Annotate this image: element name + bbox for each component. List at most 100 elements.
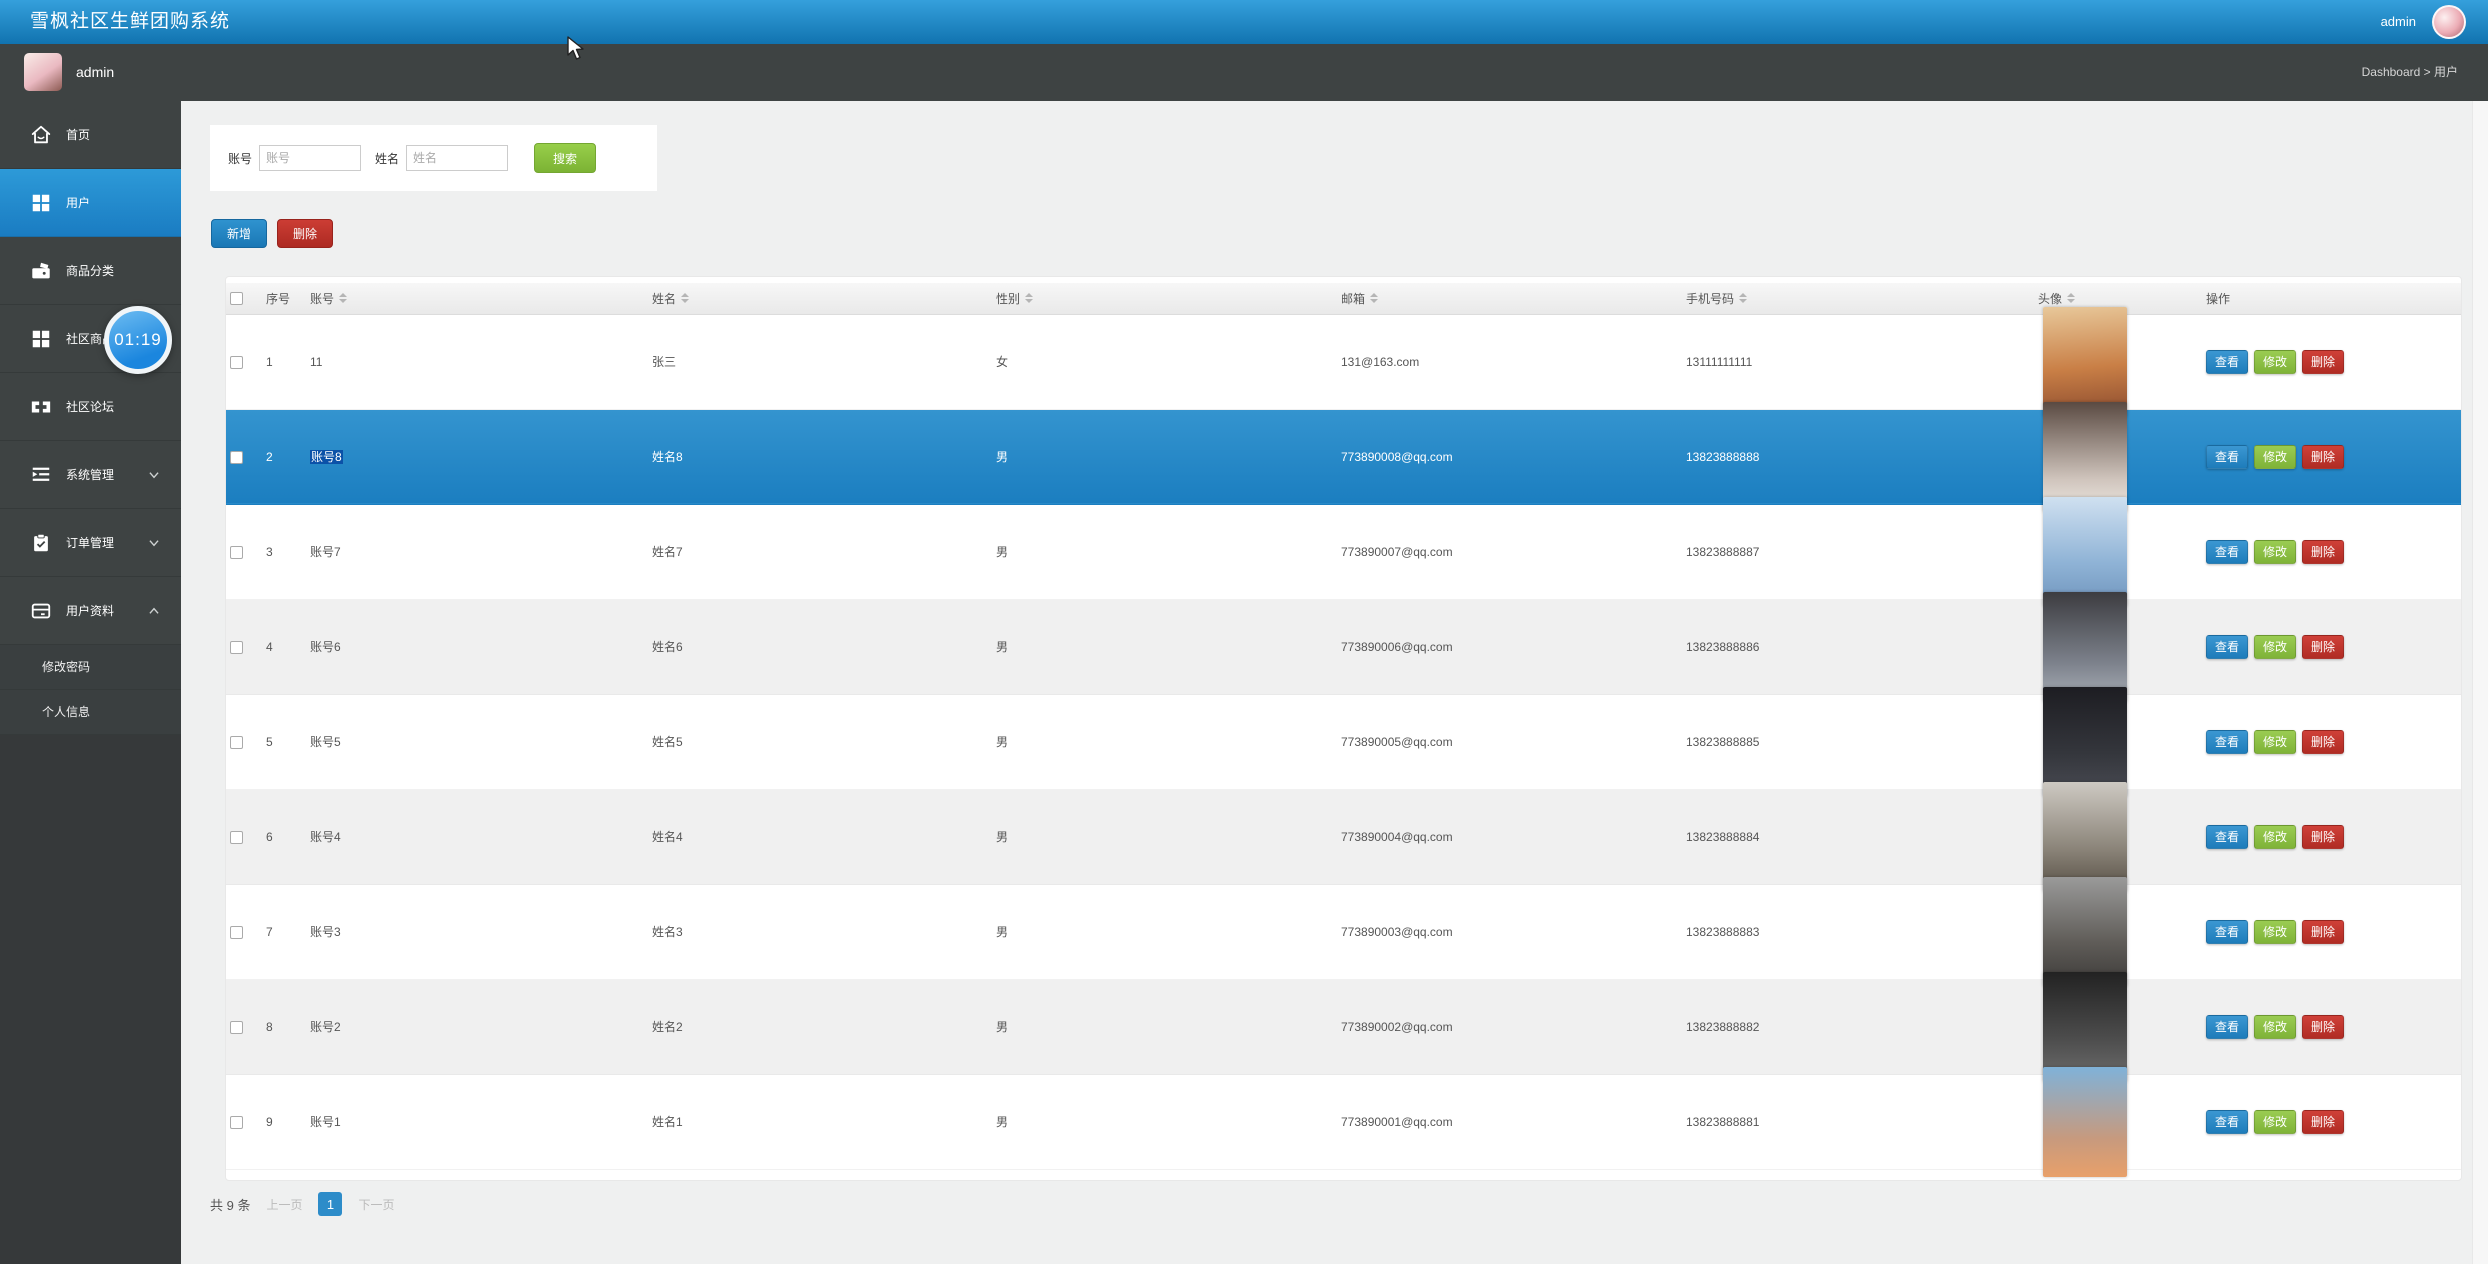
cell-name: 姓名4 — [652, 830, 683, 844]
sort-icon[interactable] — [1370, 293, 1378, 303]
account-input[interactable] — [259, 145, 361, 171]
delete-button[interactable]: 删除 — [2302, 635, 2344, 659]
edit-button[interactable]: 修改 — [2254, 920, 2296, 944]
row-checkbox[interactable] — [230, 1116, 243, 1129]
breadcrumb: Dashboard > 用户 — [2362, 44, 2458, 101]
row-checkbox[interactable] — [230, 926, 243, 939]
select-all-checkbox[interactable] — [230, 292, 243, 305]
table-row[interactable]: 3 账号7 姓名7 男 773890007@qq.com 13823888887… — [226, 504, 2461, 599]
row-checkbox[interactable] — [230, 641, 243, 654]
forum-icon — [30, 396, 52, 418]
header-account[interactable]: 账号 — [310, 290, 334, 307]
header-gender[interactable]: 性别 — [996, 290, 1020, 307]
cell-phone: 13823888881 — [1686, 1115, 1759, 1129]
view-button[interactable]: 查看 — [2206, 635, 2248, 659]
topbar-avatar[interactable] — [2432, 5, 2466, 39]
cell-account: 账号4 — [310, 830, 341, 844]
delete-button[interactable]: 删除 — [2302, 1015, 2344, 1039]
view-button[interactable]: 查看 — [2206, 445, 2248, 469]
sidebar-item-users[interactable]: 用户 — [0, 169, 181, 237]
row-checkbox[interactable] — [230, 1021, 243, 1034]
sidebar-item-label: 首页 — [66, 126, 90, 143]
pagination: 共 9 条 上一页 1 下一页 — [210, 1192, 395, 1216]
sidebar-item-home[interactable]: 首页 — [0, 101, 181, 169]
delete-button[interactable]: 删除 — [2302, 445, 2344, 469]
edit-button[interactable]: 修改 — [2254, 350, 2296, 374]
view-button[interactable]: 查看 — [2206, 1015, 2248, 1039]
view-button[interactable]: 查看 — [2206, 350, 2248, 374]
name-input[interactable] — [406, 145, 508, 171]
avatar-image — [2043, 687, 2127, 797]
edit-button[interactable]: 修改 — [2254, 445, 2296, 469]
row-actions: 查看 修改 删除 — [2206, 825, 2461, 849]
row-checkbox[interactable] — [230, 451, 243, 464]
sidebar-subitem-change-password[interactable]: 修改密码 — [0, 645, 181, 690]
table-row[interactable]: 1 11 张三 女 131@163.com 13111111111 查看 修改 … — [226, 314, 2461, 409]
delete-button[interactable]: 删除 — [2302, 730, 2344, 754]
header-email[interactable]: 邮箱 — [1341, 290, 1365, 307]
table-row[interactable]: 9 账号1 姓名1 男 773890001@qq.com 13823888881… — [226, 1074, 2461, 1169]
table-row[interactable]: 7 账号3 姓名3 男 773890003@qq.com 13823888883… — [226, 884, 2461, 979]
prev-page-button[interactable]: 上一页 — [266, 1196, 302, 1213]
edit-button[interactable]: 修改 — [2254, 540, 2296, 564]
scrollbar[interactable] — [2472, 101, 2488, 1264]
view-button[interactable]: 查看 — [2206, 540, 2248, 564]
bag-icon — [30, 260, 52, 282]
edit-button[interactable]: 修改 — [2254, 730, 2296, 754]
delete-button[interactable]: 删除 — [2302, 825, 2344, 849]
view-button[interactable]: 查看 — [2206, 825, 2248, 849]
edit-button[interactable]: 修改 — [2254, 635, 2296, 659]
clipboard-check-icon — [30, 532, 52, 554]
cell-account: 账号7 — [310, 545, 341, 559]
row-checkbox[interactable] — [230, 736, 243, 749]
sidebar-item-label: 订单管理 — [66, 534, 114, 551]
table-row[interactable]: 4 账号6 姓名6 男 773890006@qq.com 13823888886… — [226, 599, 2461, 694]
delete-button[interactable]: 删除 — [2302, 1110, 2344, 1134]
delete-button[interactable]: 删除 — [277, 219, 333, 248]
delete-button[interactable]: 删除 — [2302, 920, 2344, 944]
cell-index: 3 — [266, 545, 273, 559]
view-button[interactable]: 查看 — [2206, 920, 2248, 944]
sidebar-item-order-management[interactable]: 订单管理 — [0, 509, 181, 577]
sidebar-item-system-management[interactable]: 系统管理 — [0, 441, 181, 509]
cell-name: 姓名2 — [652, 1020, 683, 1034]
row-checkbox[interactable] — [230, 546, 243, 559]
row-checkbox[interactable] — [230, 831, 243, 844]
cell-index: 1 — [266, 355, 273, 369]
view-button[interactable]: 查看 — [2206, 1110, 2248, 1134]
table-row[interactable]: 2 账号8 姓名8 男 773890008@qq.com 13823888888… — [226, 409, 2461, 504]
header-phone[interactable]: 手机号码 — [1686, 290, 1734, 307]
sort-icon[interactable] — [1025, 293, 1033, 303]
table-row[interactable]: 5 账号5 姓名5 男 773890005@qq.com 13823888885… — [226, 694, 2461, 789]
sidebar-item-label: 用户 — [66, 194, 90, 211]
edit-button[interactable]: 修改 — [2254, 1015, 2296, 1039]
sort-icon[interactable] — [2067, 293, 2075, 303]
recording-timer-overlay: 01:19 — [104, 306, 172, 374]
row-checkbox[interactable] — [230, 356, 243, 369]
sort-icon[interactable] — [681, 293, 689, 303]
cell-gender: 男 — [996, 450, 1008, 464]
sidebar-item-product-category[interactable]: 商品分类 — [0, 237, 181, 305]
table-row[interactable]: 6 账号4 姓名4 男 773890004@qq.com 13823888884… — [226, 789, 2461, 884]
delete-button[interactable]: 删除 — [2302, 350, 2344, 374]
sort-icon[interactable] — [339, 293, 347, 303]
cell-gender: 男 — [996, 925, 1008, 939]
edit-button[interactable]: 修改 — [2254, 825, 2296, 849]
add-button[interactable]: 新增 — [211, 219, 267, 248]
edit-button[interactable]: 修改 — [2254, 1110, 2296, 1134]
row-actions: 查看 修改 删除 — [2206, 445, 2461, 469]
table-row[interactable]: 8 账号2 姓名2 男 773890002@qq.com 13823888882… — [226, 979, 2461, 1074]
sidebar-item-user-profile[interactable]: 用户资料 — [0, 577, 181, 645]
delete-button[interactable]: 删除 — [2302, 540, 2344, 564]
user-avatar[interactable] — [24, 53, 62, 91]
search-button[interactable]: 搜索 — [534, 143, 596, 173]
sidebar-item-community-forum[interactable]: 社区论坛 — [0, 373, 181, 441]
sort-icon[interactable] — [1739, 293, 1747, 303]
header-name[interactable]: 姓名 — [652, 290, 676, 307]
view-button[interactable]: 查看 — [2206, 730, 2248, 754]
sidebar-subitem-personal-info[interactable]: 个人信息 — [0, 690, 181, 735]
cell-email: 773890007@qq.com — [1341, 545, 1453, 559]
header-avatar[interactable]: 头像 — [2038, 290, 2062, 307]
next-page-button[interactable]: 下一页 — [358, 1196, 394, 1213]
current-page-button[interactable]: 1 — [318, 1192, 342, 1216]
